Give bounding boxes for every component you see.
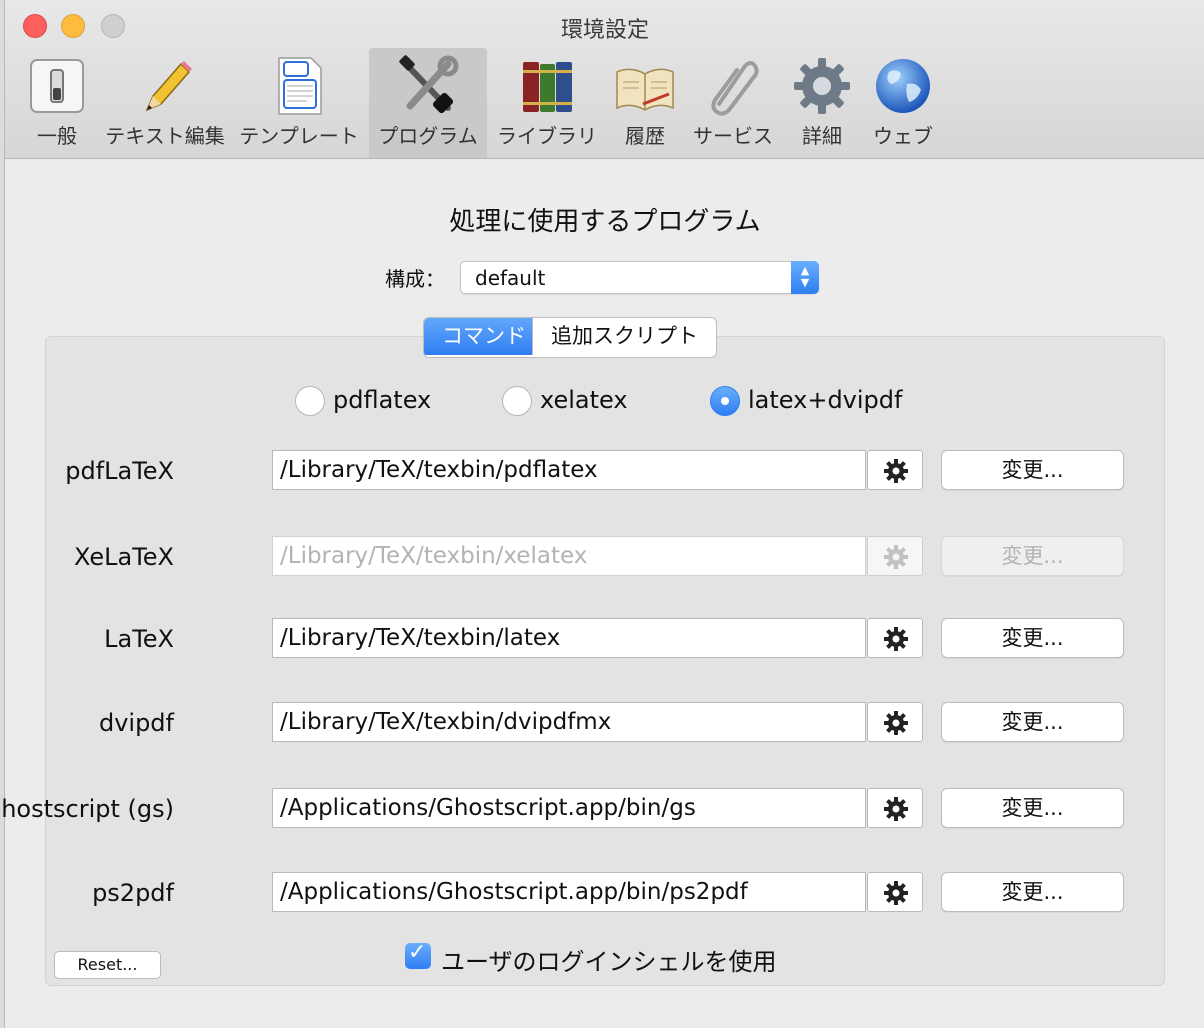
change-program-button[interactable]: 変更...: [941, 872, 1124, 912]
change-program-button[interactable]: 変更...: [941, 450, 1124, 490]
reset-button[interactable]: Reset...: [54, 951, 161, 979]
toolbar-item-library[interactable]: ライブラリ: [491, 48, 603, 158]
toolbar-item-programs[interactable]: プログラム: [369, 48, 487, 158]
program-row-ps2pdf: ps2pdf /Applications/Ghostscript.app/bin…: [6, 872, 1126, 912]
config-label: 構成：: [385, 267, 445, 291]
toolbar-label: サービス: [693, 124, 773, 148]
window-title: 環境設定: [560, 18, 649, 43]
program-label: Ghostscript (gs): [0, 795, 174, 823]
change-program-button[interactable]: 変更...: [941, 788, 1124, 828]
program-options-button: [867, 536, 923, 576]
config-popup[interactable]: default ▲ ▼: [460, 261, 819, 294]
tab-commands[interactable]: コマンド: [424, 318, 532, 355]
gear-icon: [794, 58, 850, 114]
toolbar-item-services[interactable]: サービス: [687, 48, 779, 158]
gear-icon: [884, 545, 908, 569]
toolbar-item-text-editing[interactable]: テキスト編集: [101, 48, 229, 158]
login-shell-label: ユーザのログインシェルを使用: [441, 948, 777, 976]
toolbar-item-web[interactable]: ウェブ: [863, 48, 943, 158]
toolbar-item-advanced[interactable]: 詳細: [781, 48, 863, 158]
change-program-button[interactable]: 変更...: [941, 618, 1124, 658]
page-title: 処理に使用するプログラム: [449, 207, 761, 237]
program-path-field[interactable]: /Library/TeX/texbin/latex: [272, 618, 866, 658]
program-label: XeLaTeX: [74, 543, 174, 571]
toolbar-label: テンプレート: [239, 124, 359, 148]
tab-additional-scripts[interactable]: 追加スクリプト: [532, 318, 716, 355]
gear-icon: [884, 627, 908, 651]
radio-label: pdflatex: [333, 386, 432, 414]
program-row-pdflatex: pdfLaTeX /Library/TeX/texbin/pdflatex 変更…: [6, 450, 1126, 490]
chevron-up-down-icon: ▲ ▼: [791, 261, 819, 294]
toolbar-label: プログラム: [378, 124, 478, 148]
globe-icon: [876, 59, 930, 113]
program-path-text: /Library/TeX/texbin/latex: [280, 625, 561, 651]
config-popup-value: default: [475, 266, 546, 290]
program-path-text: /Applications/Ghostscript.app/bin/ps2pdf: [280, 879, 748, 905]
toolbar-label: 詳細: [802, 124, 842, 148]
toolbar-item-general[interactable]: 一般: [11, 48, 103, 158]
program-row-ghostscript: Ghostscript (gs) /Applications/Ghostscri…: [0, 788, 1126, 828]
program-path-field[interactable]: /Applications/Ghostscript.app/bin/ps2pdf: [272, 872, 866, 912]
program-label: pdfLaTeX: [65, 457, 174, 485]
toolbar-label: 履歴: [625, 124, 665, 148]
program-path-text: /Library/TeX/texbin/xelatex: [280, 543, 588, 569]
program-label: ps2pdf: [92, 879, 174, 907]
radio-button[interactable]: [295, 386, 325, 416]
program-path-text: /Applications/Ghostscript.app/bin/gs: [280, 795, 696, 821]
template-document-icon: [278, 57, 322, 115]
toolbar-label: テキスト編集: [105, 124, 225, 148]
program-path-field[interactable]: /Applications/Ghostscript.app/bin/gs: [272, 788, 866, 828]
program-row-dvipdf: dvipdf /Library/TeX/texbin/dvipdfmx 変更..…: [6, 702, 1126, 742]
gear-icon: [884, 711, 908, 735]
login-shell-checkbox[interactable]: ✓: [405, 940, 431, 969]
programs-group-box: pdflatex xelatex latex+dvipdf pdfLaTeX /…: [0, 336, 1165, 986]
radio-button[interactable]: [502, 386, 532, 416]
program-path-field[interactable]: /Library/TeX/texbin/dvipdfmx: [272, 702, 866, 742]
open-book-icon: [616, 68, 674, 111]
radio-button[interactable]: [710, 386, 740, 416]
program-options-button[interactable]: [867, 702, 923, 742]
gear-icon: [884, 797, 908, 821]
toolbar-label: ウェブ: [873, 124, 933, 148]
program-path-field[interactable]: /Library/TeX/texbin/pdflatex: [272, 450, 866, 490]
preferences-toolbar: 一般 テキスト編集 テンプレート プログラム ライブラリ 履歴 サービス 詳細 …: [5, 48, 1204, 158]
pencil-icon: [145, 61, 192, 112]
gear-icon: [884, 459, 908, 483]
program-path-text: /Library/TeX/texbin/dvipdfmx: [280, 709, 612, 735]
radio-label: latex+dvipdf: [748, 386, 903, 414]
program-row-xelatex: XeLaTeX /Library/TeX/texbin/xelatex 変更..…: [6, 536, 1126, 576]
program-options-button[interactable]: [867, 872, 923, 912]
toolbar-item-history[interactable]: 履歴: [605, 48, 685, 158]
title-bar: 環境設定 一般 テキスト編集 テンプレート プログラム ライブラリ 履歴 サービ…: [5, 0, 1204, 159]
program-path-text: /Library/TeX/texbin/pdflatex: [280, 457, 598, 483]
program-label: dvipdf: [98, 709, 174, 737]
program-path-field: /Library/TeX/texbin/xelatex: [272, 536, 866, 576]
preferences-window: 環境設定 一般 テキスト編集 テンプレート プログラム ライブラリ 履歴 サービ…: [0, 0, 1204, 1028]
switch-icon: [30, 59, 84, 113]
program-options-button[interactable]: [867, 618, 923, 658]
programs-pane: 処理に使用するプログラム 構成： default ▲ ▼ コマンド 追加スクリプト…: [0, 159, 1204, 1028]
paperclip-icon: [711, 61, 759, 116]
change-program-button[interactable]: 変更...: [941, 702, 1124, 742]
tab-segmented-control: コマンド 追加スクリプト: [423, 317, 717, 358]
radio-label: xelatex: [540, 386, 628, 414]
checkmark-icon: ✓: [408, 940, 427, 965]
books-icon: [523, 62, 572, 112]
change-program-button: 変更...: [941, 536, 1124, 576]
gear-icon: [884, 881, 908, 905]
program-label: LaTeX: [104, 625, 174, 653]
toolbar-label: 一般: [37, 124, 77, 148]
program-options-button[interactable]: [867, 788, 923, 828]
program-row-latex: LaTeX /Library/TeX/texbin/latex 変更...: [6, 618, 1126, 658]
toolbar-item-templates[interactable]: テンプレート: [235, 48, 363, 158]
tools-icon: [399, 55, 459, 114]
program-options-button[interactable]: [867, 450, 923, 490]
toolbar-label: ライブラリ: [497, 124, 597, 148]
